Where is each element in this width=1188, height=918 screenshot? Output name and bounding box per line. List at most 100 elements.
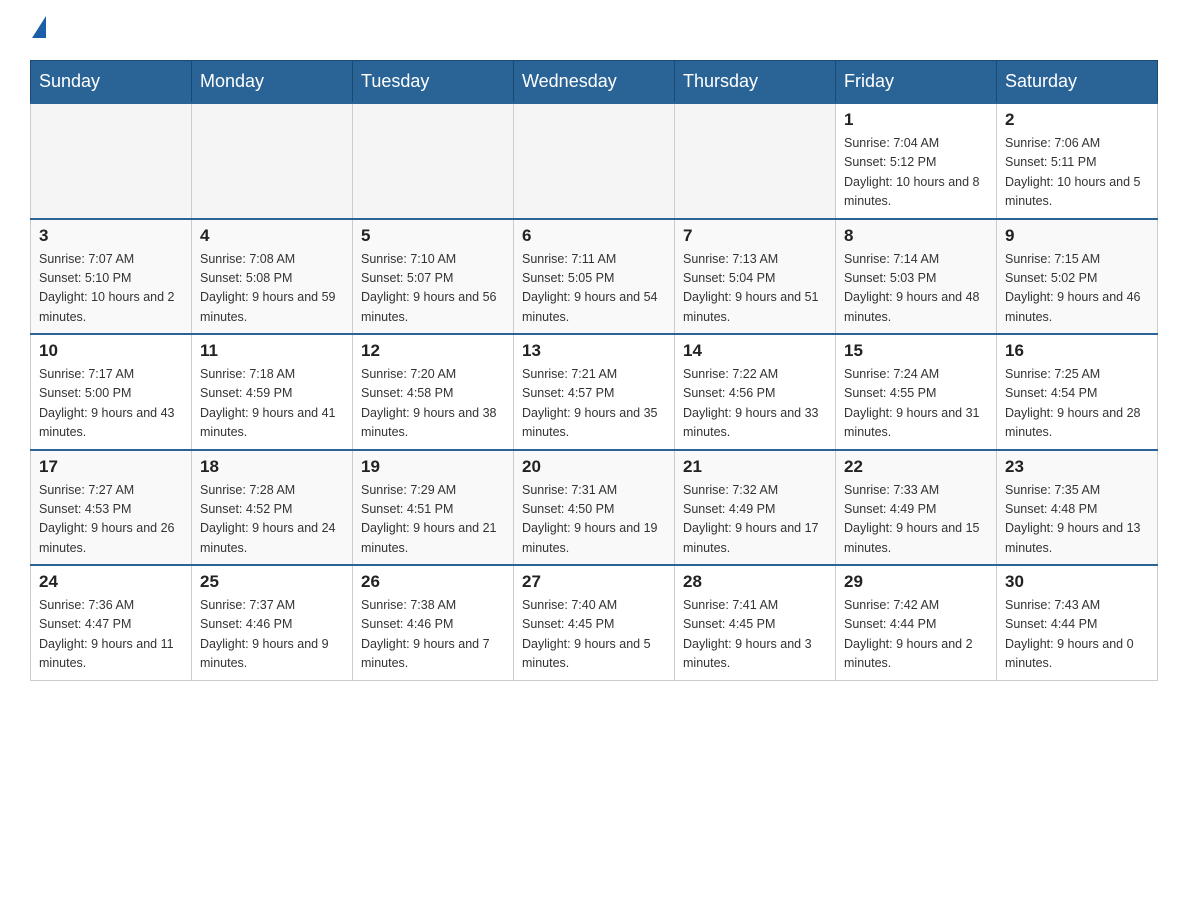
day-number: 29: [844, 572, 988, 592]
day-info: Sunrise: 7:07 AM Sunset: 5:10 PM Dayligh…: [39, 250, 183, 328]
day-info: Sunrise: 7:10 AM Sunset: 5:07 PM Dayligh…: [361, 250, 505, 328]
calendar-cell: 17 Sunrise: 7:27 AM Sunset: 4:53 PM Dayli…: [31, 450, 192, 566]
calendar-cell: 11 Sunrise: 7:18 AM Sunset: 4:59 PM Dayli…: [192, 334, 353, 450]
calendar-cell: 26 Sunrise: 7:38 AM Sunset: 4:46 PM Dayli…: [353, 565, 514, 680]
day-number: 11: [200, 341, 344, 361]
day-info: Sunrise: 7:40 AM Sunset: 4:45 PM Dayligh…: [522, 596, 666, 674]
day-number: 21: [683, 457, 827, 477]
calendar-cell: 8 Sunrise: 7:14 AM Sunset: 5:03 PM Daylig…: [836, 219, 997, 335]
calendar-cell: 5 Sunrise: 7:10 AM Sunset: 5:07 PM Daylig…: [353, 219, 514, 335]
weekday-header-saturday: Saturday: [997, 61, 1158, 104]
day-number: 19: [361, 457, 505, 477]
day-info: Sunrise: 7:11 AM Sunset: 5:05 PM Dayligh…: [522, 250, 666, 328]
calendar-cell: 19 Sunrise: 7:29 AM Sunset: 4:51 PM Dayli…: [353, 450, 514, 566]
calendar-cell: 27 Sunrise: 7:40 AM Sunset: 4:45 PM Dayli…: [514, 565, 675, 680]
day-number: 16: [1005, 341, 1149, 361]
day-info: Sunrise: 7:18 AM Sunset: 4:59 PM Dayligh…: [200, 365, 344, 443]
calendar-cell: 18 Sunrise: 7:28 AM Sunset: 4:52 PM Dayli…: [192, 450, 353, 566]
day-info: Sunrise: 7:27 AM Sunset: 4:53 PM Dayligh…: [39, 481, 183, 559]
day-info: Sunrise: 7:43 AM Sunset: 4:44 PM Dayligh…: [1005, 596, 1149, 674]
day-number: 6: [522, 226, 666, 246]
day-number: 26: [361, 572, 505, 592]
day-number: 3: [39, 226, 183, 246]
day-info: Sunrise: 7:31 AM Sunset: 4:50 PM Dayligh…: [522, 481, 666, 559]
calendar-cell: 23 Sunrise: 7:35 AM Sunset: 4:48 PM Dayli…: [997, 450, 1158, 566]
day-number: 23: [1005, 457, 1149, 477]
calendar-cell: 7 Sunrise: 7:13 AM Sunset: 5:04 PM Daylig…: [675, 219, 836, 335]
day-number: 12: [361, 341, 505, 361]
calendar-cell: 30 Sunrise: 7:43 AM Sunset: 4:44 PM Dayli…: [997, 565, 1158, 680]
day-info: Sunrise: 7:08 AM Sunset: 5:08 PM Dayligh…: [200, 250, 344, 328]
day-number: 13: [522, 341, 666, 361]
day-number: 20: [522, 457, 666, 477]
day-info: Sunrise: 7:20 AM Sunset: 4:58 PM Dayligh…: [361, 365, 505, 443]
calendar-cell: 10 Sunrise: 7:17 AM Sunset: 5:00 PM Dayli…: [31, 334, 192, 450]
day-number: 22: [844, 457, 988, 477]
day-info: Sunrise: 7:13 AM Sunset: 5:04 PM Dayligh…: [683, 250, 827, 328]
calendar-cell: 15Sunrise: 7:24 AM Sunset: 4:55 PM Dayli…: [836, 334, 997, 450]
day-info: Sunrise: 7:42 AM Sunset: 4:44 PM Dayligh…: [844, 596, 988, 674]
day-info: Sunrise: 7:25 AM Sunset: 4:54 PM Dayligh…: [1005, 365, 1149, 443]
day-number: 28: [683, 572, 827, 592]
calendar-cell: 6 Sunrise: 7:11 AM Sunset: 5:05 PM Daylig…: [514, 219, 675, 335]
calendar-cell: 24Sunrise: 7:36 AM Sunset: 4:47 PM Dayli…: [31, 565, 192, 680]
day-info: Sunrise: 7:41 AM Sunset: 4:45 PM Dayligh…: [683, 596, 827, 674]
weekday-header-tuesday: Tuesday: [353, 61, 514, 104]
calendar-cell: 21 Sunrise: 7:32 AM Sunset: 4:49 PM Dayli…: [675, 450, 836, 566]
day-number: 2: [1005, 110, 1149, 130]
day-info: Sunrise: 7:06 AM Sunset: 5:11 PM Dayligh…: [1005, 134, 1149, 212]
day-number: 9: [1005, 226, 1149, 246]
day-number: 15: [844, 341, 988, 361]
day-info: Sunrise: 7:35 AM Sunset: 4:48 PM Dayligh…: [1005, 481, 1149, 559]
day-info: Sunrise: 7:04 AM Sunset: 5:12 PM Dayligh…: [844, 134, 988, 212]
day-number: 5: [361, 226, 505, 246]
day-number: 27: [522, 572, 666, 592]
weekday-header-wednesday: Wednesday: [514, 61, 675, 104]
calendar-cell: [31, 103, 192, 219]
calendar-cell: 20 Sunrise: 7:31 AM Sunset: 4:50 PM Dayli…: [514, 450, 675, 566]
day-info: Sunrise: 7:38 AM Sunset: 4:46 PM Dayligh…: [361, 596, 505, 674]
day-number: 17: [39, 457, 183, 477]
day-info: Sunrise: 7:33 AM Sunset: 4:49 PM Dayligh…: [844, 481, 988, 559]
day-info: Sunrise: 7:15 AM Sunset: 5:02 PM Dayligh…: [1005, 250, 1149, 328]
calendar-cell: [514, 103, 675, 219]
calendar-week-2: 3 Sunrise: 7:07 AM Sunset: 5:10 PM Daylig…: [31, 219, 1158, 335]
day-info: Sunrise: 7:22 AM Sunset: 4:56 PM Dayligh…: [683, 365, 827, 443]
calendar-cell: 25Sunrise: 7:37 AM Sunset: 4:46 PM Dayli…: [192, 565, 353, 680]
day-number: 30: [1005, 572, 1149, 592]
page-header: [30, 20, 1158, 42]
calendar-cell: [192, 103, 353, 219]
day-number: 8: [844, 226, 988, 246]
calendar-cell: 2 Sunrise: 7:06 AM Sunset: 5:11 PM Daylig…: [997, 103, 1158, 219]
calendar-table: SundayMondayTuesdayWednesdayThursdayFrid…: [30, 60, 1158, 681]
weekday-header-monday: Monday: [192, 61, 353, 104]
calendar-cell: [353, 103, 514, 219]
calendar-cell: 1 Sunrise: 7:04 AM Sunset: 5:12 PM Daylig…: [836, 103, 997, 219]
calendar-cell: 9 Sunrise: 7:15 AM Sunset: 5:02 PM Daylig…: [997, 219, 1158, 335]
day-info: Sunrise: 7:28 AM Sunset: 4:52 PM Dayligh…: [200, 481, 344, 559]
day-number: 7: [683, 226, 827, 246]
day-info: Sunrise: 7:14 AM Sunset: 5:03 PM Dayligh…: [844, 250, 988, 328]
calendar-cell: 28 Sunrise: 7:41 AM Sunset: 4:45 PM Dayli…: [675, 565, 836, 680]
day-info: Sunrise: 7:36 AM Sunset: 4:47 PM Dayligh…: [39, 596, 183, 674]
calendar-cell: [675, 103, 836, 219]
calendar-cell: 29 Sunrise: 7:42 AM Sunset: 4:44 PM Dayli…: [836, 565, 997, 680]
weekday-header-sunday: Sunday: [31, 61, 192, 104]
day-number: 10: [39, 341, 183, 361]
calendar-week-3: 10 Sunrise: 7:17 AM Sunset: 5:00 PM Dayli…: [31, 334, 1158, 450]
weekday-header-thursday: Thursday: [675, 61, 836, 104]
day-info: Sunrise: 7:29 AM Sunset: 4:51 PM Dayligh…: [361, 481, 505, 559]
calendar-cell: 12 Sunrise: 7:20 AM Sunset: 4:58 PM Dayli…: [353, 334, 514, 450]
day-number: 1: [844, 110, 988, 130]
weekday-header-friday: Friday: [836, 61, 997, 104]
day-number: 4: [200, 226, 344, 246]
day-info: Sunrise: 7:21 AM Sunset: 4:57 PM Dayligh…: [522, 365, 666, 443]
logo-triangle-icon: [32, 16, 46, 38]
day-info: Sunrise: 7:32 AM Sunset: 4:49 PM Dayligh…: [683, 481, 827, 559]
day-number: 25: [200, 572, 344, 592]
calendar-cell: 4 Sunrise: 7:08 AM Sunset: 5:08 PM Daylig…: [192, 219, 353, 335]
calendar-cell: 16 Sunrise: 7:25 AM Sunset: 4:54 PM Dayli…: [997, 334, 1158, 450]
calendar-cell: 3 Sunrise: 7:07 AM Sunset: 5:10 PM Daylig…: [31, 219, 192, 335]
day-number: 18: [200, 457, 344, 477]
day-info: Sunrise: 7:17 AM Sunset: 5:00 PM Dayligh…: [39, 365, 183, 443]
